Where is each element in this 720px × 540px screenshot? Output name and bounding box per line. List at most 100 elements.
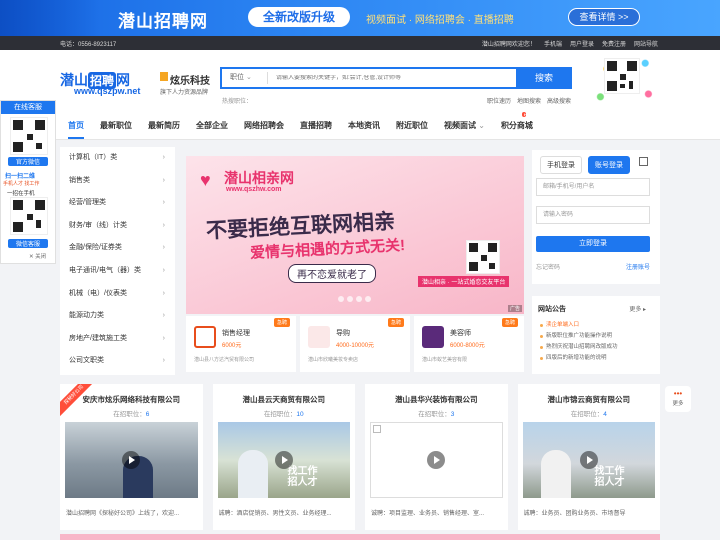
category-label: 公司文职类 bbox=[69, 357, 104, 365]
notice-title: 网站公告 bbox=[538, 306, 566, 313]
tab-mobile-login[interactable]: 手机登录 bbox=[540, 156, 582, 174]
company-name: 潜山县云天商贸有限公司 bbox=[242, 395, 326, 404]
nav-local-news[interactable]: 本地资讯 bbox=[348, 120, 380, 131]
nav-video-interview[interactable]: 视频面试 ⌄ bbox=[444, 120, 485, 131]
company-card[interactable]: 探秘好公司 安庆市炫乐网络科技有限公司 在招职位：6 潜山招聘网《探秘好公司》上… bbox=[60, 384, 203, 530]
wechat-kefu-label: 微信客服 bbox=[8, 239, 48, 248]
login-button[interactable]: 立即登录 bbox=[536, 236, 650, 252]
hot-badge: HOT bbox=[522, 112, 533, 117]
job-count-value: 4 bbox=[603, 411, 607, 418]
category-item[interactable]: 财务/审（线）计类 › bbox=[60, 215, 175, 238]
job-title: 销售经理 bbox=[222, 330, 250, 337]
category-item[interactable]: 销售类 › bbox=[60, 170, 175, 193]
nav-latest-resumes[interactable]: 最新简历 bbox=[148, 120, 180, 131]
urgent-badge: 急聘 bbox=[387, 318, 404, 327]
video-caption: 找工作 招人才 bbox=[594, 466, 625, 488]
chevron-right-icon: › bbox=[162, 266, 165, 274]
chevron-down-icon: ⌄ bbox=[478, 121, 485, 130]
company-card[interactable]: 潜山市锦云商贸有限公司 在招职位：4 找工作 招人才 诚聘：业务员、团购业务员、… bbox=[517, 384, 661, 530]
company-video[interactable]: 找工作 招人才 bbox=[522, 422, 655, 498]
map-search-link[interactable]: 地图搜索 bbox=[517, 96, 541, 105]
category-item[interactable]: 计算机（IT）类 › bbox=[60, 147, 175, 170]
category-item[interactable]: 能源动力类 › bbox=[60, 305, 175, 328]
nav-live-recruit[interactable]: 直播招聘 HOT bbox=[300, 112, 532, 131]
job-quick-link[interactable]: 职位速历 bbox=[487, 96, 511, 105]
notice-item[interactable]: 熟烈庆祝潜山招聘网改版成功 bbox=[540, 342, 618, 353]
search-category-select[interactable]: 职位 ⌄ bbox=[222, 72, 268, 84]
category-label: 财务/审（线）计类 bbox=[69, 221, 127, 229]
qr-login-icon[interactable] bbox=[639, 157, 648, 166]
carousel-dots[interactable] bbox=[338, 296, 371, 302]
search-category-label: 职位 bbox=[230, 74, 244, 81]
company-card[interactable]: 潜山县华兴装饰有限公司 在招职位：3 诚聘：项目监理、业务员、销售经理、室... bbox=[365, 384, 508, 530]
category-item[interactable]: 机械（电）/仪表类 › bbox=[60, 283, 175, 306]
side-more-button[interactable]: ••• 更多 bbox=[665, 386, 691, 412]
nav-online-fair[interactable]: 网络招聘会 bbox=[244, 120, 284, 131]
tab-account-login[interactable]: 账号登录 bbox=[588, 156, 630, 174]
user-login-link[interactable]: 用户登录 bbox=[570, 39, 594, 48]
carousel-dot[interactable] bbox=[347, 296, 353, 302]
company-video[interactable] bbox=[65, 422, 198, 498]
carousel-dot[interactable] bbox=[338, 296, 344, 302]
category-item[interactable]: 公司文职类 › bbox=[60, 350, 175, 373]
job-salary: 6000元 bbox=[222, 343, 242, 349]
mobile-link[interactable]: 手机端 bbox=[544, 39, 562, 48]
main-nav: 首页 最新职位 最新简历 全部企业 网络招聘会 直播招聘 HOT 本地资讯 附近职… bbox=[0, 112, 720, 140]
job-count-value: 3 bbox=[450, 411, 455, 418]
job-card[interactable]: 美容师 6000-8000元 急聘 潜山市蚁艺美容有限 bbox=[414, 316, 524, 372]
play-icon[interactable] bbox=[579, 451, 598, 469]
category-item[interactable]: 金融/保险/证券类 › bbox=[60, 237, 175, 260]
hero-carousel[interactable]: ♥ 潜山相亲网 www.qszhw.com 不要拒绝互联网相亲 爱情与相遇的方式… bbox=[186, 156, 524, 314]
slide-footer-text: 潜山相亲 · 一站式婚恋交友平台 bbox=[418, 276, 510, 287]
notice-panel: 网站公告 更多 ▸ 渎企单端入口 新版职位推广功能操作说明 熟烈庆祝潜山招聘网改… bbox=[532, 296, 660, 374]
forgot-password-link[interactable]: 忘记密码 bbox=[536, 262, 560, 271]
notice-item[interactable]: 渎企单端入口 bbox=[540, 320, 618, 331]
company-video[interactable] bbox=[370, 422, 503, 498]
search-input[interactable] bbox=[268, 75, 516, 81]
notice-item[interactable]: 新版职位推广功能操作说明 bbox=[540, 331, 618, 342]
advanced-search-link[interactable]: 高级搜索 bbox=[547, 96, 571, 105]
notice-item[interactable]: 四版后的新增功能的说明 bbox=[540, 353, 618, 364]
banner-decor bbox=[0, 0, 100, 36]
nav-points-mall[interactable]: 积分商城 bbox=[501, 120, 533, 131]
banner-details-button[interactable]: 查看详情 >> bbox=[568, 8, 640, 26]
close-button[interactable]: ✕ 关闭 bbox=[29, 252, 46, 260]
category-item[interactable]: 经营/管理类 › bbox=[60, 192, 175, 215]
job-card[interactable]: 销售经理 6000元 急聘 潜山县八方达汽贸有限公司 bbox=[186, 316, 296, 372]
job-count: 在招职位：4 bbox=[518, 408, 661, 418]
top-banner-ad[interactable]: 潜山招聘网 全新改版升级 视频面试 · 网络招聘会 · 直播招聘 查看详情 >> bbox=[0, 0, 720, 36]
company-video[interactable]: 找工作 招人才 bbox=[217, 422, 350, 498]
nav-home[interactable]: 首页 bbox=[68, 120, 84, 139]
nav-all-companies[interactable]: 全部企业 bbox=[196, 120, 228, 131]
password-field[interactable]: 请输入密码 bbox=[536, 206, 650, 224]
partner-logo: 炫乐科技 旗下人力资源品牌 bbox=[160, 72, 210, 96]
header-qr-code bbox=[604, 58, 640, 94]
category-label: 计算机（IT）类 bbox=[69, 154, 118, 161]
category-item[interactable]: 房地产/建筑施工类 › bbox=[60, 328, 175, 351]
service-line-text: 手机人才 找工作 bbox=[3, 181, 40, 187]
chevron-down-icon: ⌄ bbox=[245, 74, 252, 81]
chevron-right-icon: › bbox=[162, 334, 165, 342]
register-account-link[interactable]: 注册账号 bbox=[626, 262, 650, 271]
company-card[interactable]: 潜山县云天商贸有限公司 在招职位：10 找工作 招人才 诚聘：酒店促销员、男性文… bbox=[212, 384, 355, 530]
chevron-right-icon: › bbox=[162, 221, 165, 229]
top-links: 潜山招聘网欢迎您！ 手机端 用户登录 免费注册 网站导航 bbox=[482, 39, 658, 48]
notice-more-link[interactable]: 更多 ▸ bbox=[629, 304, 646, 313]
register-link[interactable]: 免费注册 bbox=[602, 39, 626, 48]
carousel-dot[interactable] bbox=[356, 296, 362, 302]
nav-nearby-jobs[interactable]: 附近职位 bbox=[396, 120, 428, 131]
nav-latest-jobs[interactable]: 最新职位 bbox=[100, 120, 132, 131]
job-salary: 6000-8000元 bbox=[450, 343, 485, 349]
search-button[interactable]: 搜索 bbox=[516, 67, 572, 89]
site-nav-link[interactable]: 网站导航 bbox=[634, 39, 658, 48]
play-icon[interactable] bbox=[274, 451, 293, 469]
carousel-dot[interactable] bbox=[365, 296, 371, 302]
nav-live-recruit-label: 直播招聘 bbox=[300, 121, 332, 130]
job-salary: 4000-10000元 bbox=[336, 343, 375, 349]
username-field[interactable]: 邮箱/手机号/用户名 bbox=[536, 178, 650, 196]
bottom-ad-strip[interactable] bbox=[60, 534, 660, 540]
job-title: 导购 bbox=[336, 330, 350, 337]
category-item[interactable]: 电子通讯/电气（器）类 › bbox=[60, 260, 175, 283]
job-card[interactable]: 导购 4000-10000元 急聘 潜山市欣曦美妆专卖店 bbox=[300, 316, 410, 372]
play-icon[interactable] bbox=[427, 451, 446, 469]
